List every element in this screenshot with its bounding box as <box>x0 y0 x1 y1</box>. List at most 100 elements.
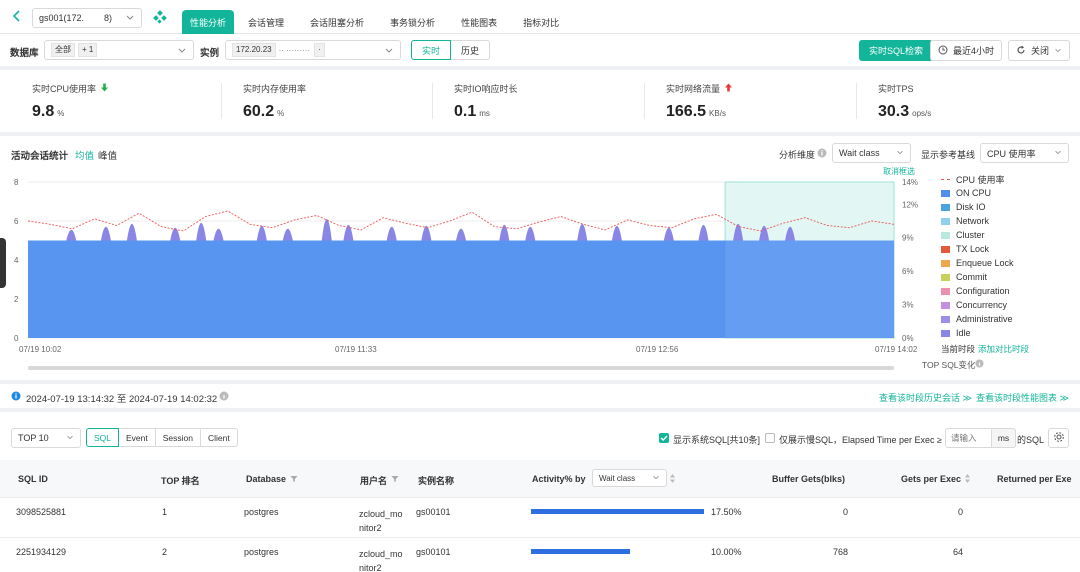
instance-select[interactable]: gs001(172. 8) <box>32 8 142 28</box>
view-history-sessions-link[interactable]: 查看该时段历史会话 ≫ <box>879 391 972 404</box>
current-period-label: 当前时段 <box>941 344 976 354</box>
legend-item[interactable]: ON CPU <box>941 186 1071 200</box>
segment-client[interactable]: Client <box>201 428 238 447</box>
activity-by-select[interactable]: Wait class <box>592 469 667 487</box>
filter-icon[interactable] <box>290 475 298 485</box>
sql-search-button[interactable]: 实时SQL检索 <box>859 40 934 61</box>
clock-icon <box>938 45 948 57</box>
legend-item[interactable]: Cluster <box>941 228 1071 242</box>
db-label: 数据库 <box>10 48 39 59</box>
range-bar: 2024-07-19 13:14:32 至 2024-07-19 14:02:3… <box>0 384 1080 408</box>
toggle-avg[interactable]: 均值 <box>75 148 94 162</box>
topology-icon[interactable] <box>153 10 167 26</box>
legend-item[interactable]: Enqueue Lock <box>941 256 1071 270</box>
slow-sql-checkbox[interactable] <box>765 433 775 443</box>
legend-swatch <box>941 203 950 211</box>
legend-item[interactable]: Configuration <box>941 284 1071 298</box>
info-icon <box>11 391 21 403</box>
baseline-select[interactable]: CPU 使用率 <box>980 143 1069 163</box>
sql-id-link[interactable]: 2251934129 <box>16 547 66 557</box>
selection-tint <box>725 240 894 338</box>
legend-swatch <box>941 329 950 337</box>
tab-0[interactable]: 性能分析 <box>182 9 235 35</box>
sort-icon[interactable] <box>669 473 676 486</box>
legend-item[interactable]: Administrative <box>941 312 1071 326</box>
legend-item[interactable]: CPU 使用率 <box>941 172 1071 186</box>
legend-item[interactable]: Idle <box>941 326 1071 340</box>
time-range-label: 最近4小时 <box>953 46 995 56</box>
back-icon[interactable] <box>10 9 24 23</box>
database-select[interactable]: 全部 + 1 <box>44 40 194 60</box>
legend-item[interactable]: Disk IO <box>941 200 1071 214</box>
gets-per-exec-cell: 0 <box>957 507 963 517</box>
legend-item[interactable]: Network <box>941 214 1071 228</box>
view-performance-charts-link[interactable]: 查看该时段性能图表 ≫ <box>976 391 1069 404</box>
slow-sql-label: 仅展示慢SQL，Elapsed Time per Exec ≥ <box>779 435 942 445</box>
sort-icon[interactable] <box>964 473 971 486</box>
tab-1[interactable]: 会话管理 <box>248 16 284 29</box>
baseline-label: 显示参考基线 <box>921 150 976 160</box>
legend-swatch <box>941 217 950 225</box>
kpi-card: 实时网络流量 166.5 KB/s <box>666 82 733 121</box>
legend-swatch <box>941 301 950 309</box>
chart-scrollbar[interactable] <box>28 366 894 370</box>
header-sql-id[interactable]: SQL ID <box>18 474 48 484</box>
header-rank[interactable]: TOP 排名 <box>161 474 200 487</box>
header-username[interactable]: 用户名 <box>360 474 387 487</box>
buffer-gets-cell: 0 <box>842 507 848 517</box>
sql-id-link[interactable]: 3098525881 <box>16 507 66 517</box>
header-returned-per-exec[interactable]: Returned per Exe <box>997 474 1072 484</box>
header-database[interactable]: Database <box>246 474 286 484</box>
header-instance[interactable]: 实例名称 <box>418 474 454 487</box>
table-row[interactable]: 3098525881 1 postgres zcloud_mo nitor2 gs0010… <box>0 498 1080 538</box>
legend-item[interactable]: TX Lock <box>941 242 1071 256</box>
kpi-divider <box>856 83 857 119</box>
x-tick: 07/19 14:02 <box>875 345 918 354</box>
realtime-button[interactable]: 实时 <box>411 40 452 60</box>
tab-4[interactable]: 性能图表 <box>461 16 497 29</box>
tab-3[interactable]: 事务锁分析 <box>390 16 435 29</box>
chevron-down-icon <box>896 148 904 158</box>
y-left-tick: 0 <box>14 334 19 343</box>
legend-item[interactable]: Commit <box>941 270 1071 284</box>
header-activity[interactable]: Activity% by <box>532 474 586 484</box>
header-gets-per-exec[interactable]: Gets per Exec <box>901 474 961 484</box>
kpi-divider <box>221 83 222 119</box>
kpi-value: 166.5 <box>666 103 707 120</box>
y-left-tick: 6 <box>14 217 19 226</box>
header-buffer-gets[interactable]: Buffer Gets(blks) <box>772 474 845 484</box>
legend-swatch <box>941 315 950 323</box>
elapsed-threshold-input[interactable] <box>945 428 992 448</box>
legend-label: Enqueue Lock <box>956 258 1014 268</box>
refresh-select[interactable]: 关闭 <box>1008 40 1070 61</box>
time-range-button[interactable]: 最近4小时 <box>930 40 1002 61</box>
table-row[interactable]: 2251934129 2 postgres zcloud_mo nitor2 gs0010… <box>0 538 1080 572</box>
instance-chip: 172.20.23 <box>232 43 276 57</box>
legend-swatch <box>941 178 950 180</box>
tab-2[interactable]: 会话阻塞分析 <box>310 16 364 29</box>
filter-icon[interactable] <box>391 475 399 485</box>
add-compare-link[interactable]: 添加对比时段 <box>978 343 1029 355</box>
top-n-select[interactable]: TOP 10 <box>11 428 81 448</box>
info-icon <box>975 359 984 370</box>
tab-5[interactable]: 指标对比 <box>523 16 559 29</box>
settings-button[interactable] <box>1048 428 1069 448</box>
top-bar: gs001(172. 8) 性能分析 会话管理 会话阻塞分析 事务锁分析 性能图表 指标对… <box>0 0 1080 35</box>
side-collapse-handle[interactable] <box>0 238 6 288</box>
segment-event[interactable]: Event <box>119 428 156 447</box>
activity-chart[interactable]: 0 2 4 6 8 0% 3% 6% 9% 12% 14% 07/19 10:02 07/19 11:3… <box>0 172 930 370</box>
dimension-select[interactable]: Wait class <box>832 143 911 163</box>
legend-item[interactable]: Concurrency <box>941 298 1071 312</box>
show-system-sql-checkbox[interactable] <box>659 433 669 443</box>
legend-swatch <box>941 189 950 197</box>
kpi-value: 0.1 <box>454 103 477 120</box>
legend-label: Idle <box>956 328 971 338</box>
legend-swatch <box>941 287 950 295</box>
instance-multi-select[interactable]: 172.20.23 ·· ········· · <box>225 40 401 60</box>
toggle-peak[interactable]: 峰值 <box>98 148 117 162</box>
segment-session[interactable]: Session <box>155 428 202 447</box>
segment-sql[interactable]: SQL <box>86 428 120 447</box>
history-button[interactable]: 历史 <box>451 40 491 60</box>
refresh-select-value: 关闭 <box>1031 46 1050 56</box>
kpi-unit: % <box>277 109 285 118</box>
